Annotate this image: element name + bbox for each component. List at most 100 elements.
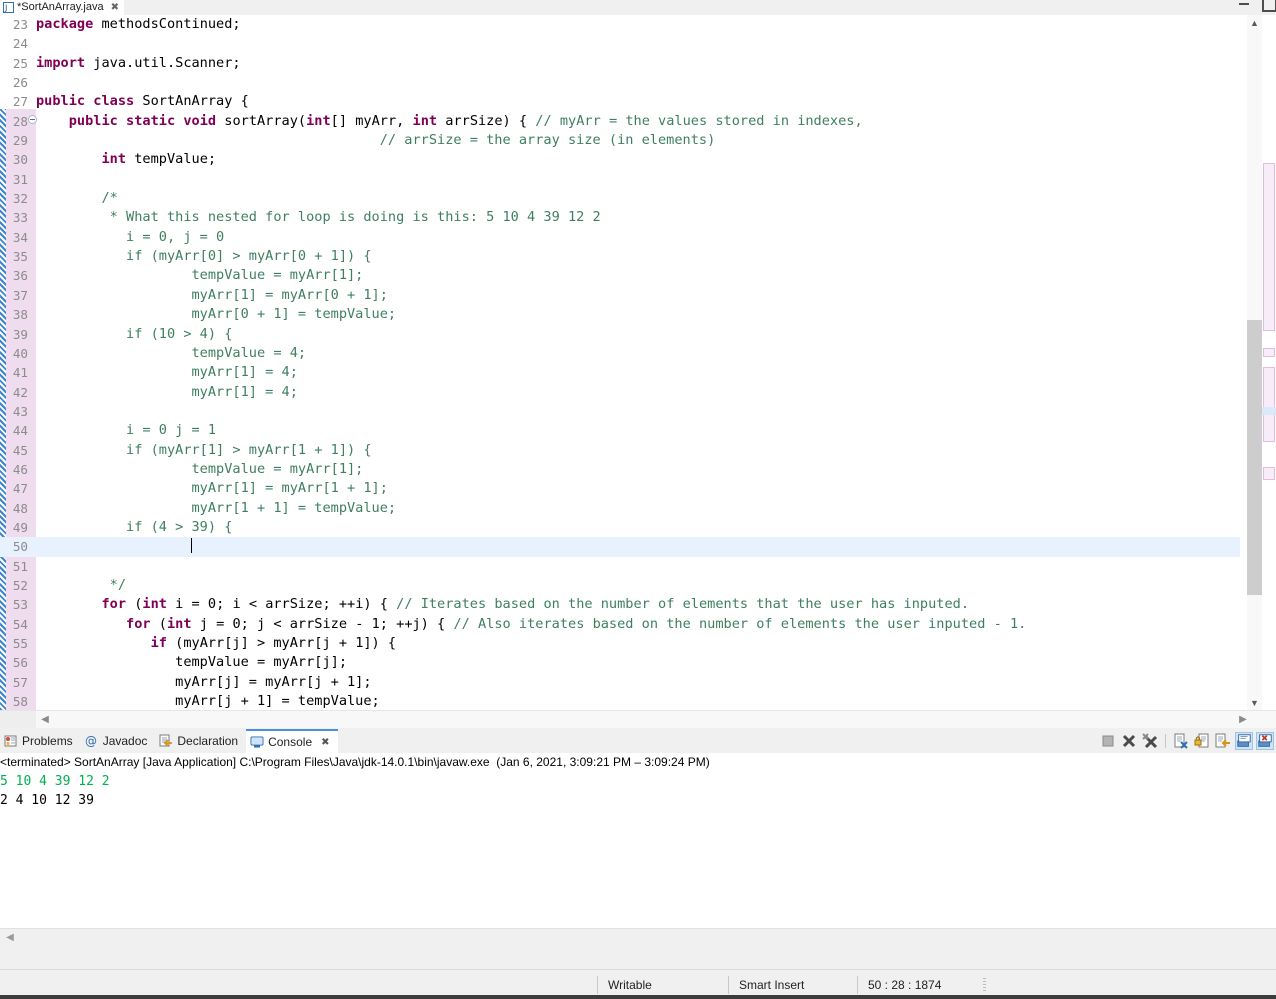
tab-problems[interactable]: Problems bbox=[0, 729, 81, 753]
code-text: if (4 > 39) { bbox=[36, 518, 232, 537]
console-output-area[interactable]: <terminated> SortAnArray [Java Applicati… bbox=[0, 753, 1276, 946]
code-line[interactable]: 25import java.util.Scanner; bbox=[0, 54, 1240, 73]
overview-change-marker[interactable] bbox=[1263, 367, 1275, 442]
remove-launch-button[interactable] bbox=[1120, 732, 1138, 750]
console-horizontal-scrollbar[interactable]: ◀ bbox=[0, 928, 1276, 946]
code-line[interactable]: 44 i = 0 j = 1 bbox=[0, 421, 1240, 440]
code-line[interactable]: 39 if (10 > 4) { bbox=[0, 325, 1240, 344]
editor-tab-sortanarray[interactable]: J *SortAnArray.java ✖ bbox=[0, 0, 124, 15]
code-text: myArr[1] = 4; bbox=[36, 363, 298, 382]
code-line[interactable]: 42 myArr[1] = 4; bbox=[0, 383, 1240, 402]
code-line[interactable]: 56 tempValue = myArr[j]; bbox=[0, 653, 1240, 672]
tab-label: Console bbox=[268, 735, 312, 749]
console-launch-header: <terminated> SortAnArray [Java Applicati… bbox=[0, 753, 1276, 772]
line-number: 44 bbox=[0, 421, 28, 440]
code-line[interactable]: 33 * What this nested for loop is doing … bbox=[0, 208, 1240, 227]
code-line[interactable]: 34 i = 0, j = 0 bbox=[0, 228, 1240, 247]
line-number: 39 bbox=[0, 325, 28, 344]
tab-console[interactable]: Console ✖ bbox=[246, 729, 337, 753]
code-line[interactable]: 24 bbox=[0, 34, 1240, 53]
overview-change-marker[interactable] bbox=[1263, 348, 1275, 357]
tab-close-icon[interactable]: ✖ bbox=[321, 737, 329, 748]
code-line[interactable]: 23package methodsContinued; bbox=[0, 15, 1240, 34]
minimize-icon[interactable] bbox=[1238, 0, 1250, 8]
code-line[interactable]: 50 bbox=[0, 537, 1240, 556]
code-line[interactable]: 29 // arrSize = the array size (in eleme… bbox=[0, 131, 1240, 150]
tab-javadoc[interactable]: @Javadoc bbox=[81, 729, 156, 753]
code-line[interactable]: 54 for (int j = 0; j < arrSize - 1; ++j)… bbox=[0, 615, 1240, 634]
code-line[interactable]: 32 /* bbox=[0, 189, 1240, 208]
window-bottom-edge bbox=[0, 995, 1276, 999]
code-line[interactable]: 27public class SortAnArray { bbox=[0, 92, 1240, 111]
code-text bbox=[36, 537, 192, 556]
tab-declaration[interactable]: Declaration bbox=[155, 729, 246, 753]
code-line[interactable]: 38 myArr[0 + 1] = tempValue; bbox=[0, 305, 1240, 324]
code-line[interactable]: 35 if (myArr[0] > myArr[0 + 1]) { bbox=[0, 247, 1240, 266]
overview-ruler[interactable] bbox=[1262, 15, 1276, 710]
code-lines[interactable]: 23package methodsContinued;2425import ja… bbox=[0, 15, 1240, 695]
code-line[interactable]: 30 int tempValue; bbox=[0, 150, 1240, 169]
svg-text:J: J bbox=[4, 4, 7, 13]
editor-tab-bar: J *SortAnArray.java ✖ bbox=[0, 0, 1276, 15]
code-line[interactable]: 57 myArr[j] = myArr[j + 1]; bbox=[0, 673, 1240, 692]
scroll-right-icon[interactable]: ▶ bbox=[1234, 711, 1252, 728]
code-line[interactable]: 43 bbox=[0, 402, 1240, 421]
scroll-lock-button[interactable] bbox=[1193, 732, 1211, 750]
code-line[interactable]: 37 myArr[1] = myArr[0 + 1]; bbox=[0, 286, 1240, 305]
code-line[interactable]: 36 tempValue = myArr[1]; bbox=[0, 266, 1240, 285]
code-line[interactable]: 26 bbox=[0, 73, 1240, 92]
clear-console-button[interactable] bbox=[1172, 732, 1190, 750]
editor-horizontal-scrollbar[interactable]: ◀ ▶ bbox=[0, 710, 1276, 728]
code-line[interactable]: 49 if (4 > 39) { bbox=[0, 518, 1240, 537]
code-line[interactable]: 47 myArr[1] = myArr[1 + 1]; bbox=[0, 479, 1240, 498]
code-line[interactable]: 41 myArr[1] = 4; bbox=[0, 363, 1240, 382]
overview-change-marker[interactable] bbox=[1263, 467, 1275, 480]
display-selected-console-button[interactable] bbox=[1256, 732, 1274, 750]
code-text: myArr[1 + 1] = tempValue; bbox=[36, 499, 396, 518]
code-line[interactable]: 40 tempValue = 4; bbox=[0, 344, 1240, 363]
editor-vertical-scrollbar[interactable]: ▲ ▼ bbox=[1247, 15, 1262, 710]
code-line[interactable]: 58 myArr[j + 1] = tempValue; bbox=[0, 692, 1240, 710]
line-number: 33 bbox=[0, 208, 28, 227]
problems-icon bbox=[4, 734, 18, 748]
code-line[interactable]: 55 if (myArr[j] > myArr[j + 1]) { bbox=[0, 634, 1240, 653]
line-number: 54 bbox=[0, 615, 28, 634]
code-line[interactable]: 45 if (myArr[1] > myArr[1 + 1]) { bbox=[0, 441, 1240, 460]
tab-label: Problems bbox=[22, 734, 73, 748]
overview-change-marker[interactable] bbox=[1263, 163, 1275, 331]
maximize-icon[interactable] bbox=[1262, 0, 1274, 8]
line-number: 47 bbox=[0, 479, 28, 498]
remove-all-terminated-button[interactable] bbox=[1141, 732, 1159, 750]
tab-label: Declaration bbox=[177, 734, 238, 748]
code-line[interactable]: 31 bbox=[0, 170, 1240, 189]
scroll-left-icon[interactable]: ◀ bbox=[36, 711, 54, 728]
editor-tab-close-icon[interactable]: ✖ bbox=[111, 2, 119, 13]
javadoc-icon: @ bbox=[85, 734, 99, 748]
line-number: 50 bbox=[0, 537, 28, 556]
line-number: 48 bbox=[0, 499, 28, 518]
code-text: i = 0, j = 0 bbox=[36, 228, 224, 247]
vertical-scroll-thumb[interactable] bbox=[1247, 320, 1262, 595]
scroll-down-icon[interactable]: ▼ bbox=[1247, 695, 1262, 710]
pin-console-button[interactable] bbox=[1235, 732, 1253, 750]
code-text: myArr[0 + 1] = tempValue; bbox=[36, 305, 396, 324]
scroll-up-icon[interactable]: ▲ bbox=[1247, 15, 1262, 30]
line-number: 37 bbox=[0, 286, 28, 305]
code-editor[interactable]: 23package methodsContinued;2425import ja… bbox=[0, 15, 1276, 710]
code-text: if (myArr[j] > myArr[j + 1]) { bbox=[36, 634, 396, 653]
line-number: 35 bbox=[0, 247, 28, 266]
code-line[interactable]: 46 tempValue = myArr[1]; bbox=[0, 460, 1240, 479]
console-scroll-left-icon[interactable]: ◀ bbox=[2, 929, 18, 946]
code-line[interactable]: 53 for (int i = 0; i < arrSize; ++i) { /… bbox=[0, 595, 1240, 614]
line-number: 29 bbox=[0, 131, 28, 150]
code-line[interactable]: 48 myArr[1 + 1] = tempValue; bbox=[0, 499, 1240, 518]
show-console-on-output-button[interactable] bbox=[1214, 732, 1232, 750]
status-resize-grip[interactable] bbox=[983, 978, 986, 992]
horizontal-scroll-thumb[interactable] bbox=[0, 711, 36, 728]
terminate-button[interactable] bbox=[1099, 732, 1117, 750]
code-line[interactable]: 51 bbox=[0, 557, 1240, 576]
code-line[interactable]: 28 public static void sortArray(int[] my… bbox=[0, 112, 1240, 131]
line-number: 30 bbox=[0, 150, 28, 169]
line-number: 24 bbox=[0, 34, 28, 53]
code-line[interactable]: 52 */ bbox=[0, 576, 1240, 595]
